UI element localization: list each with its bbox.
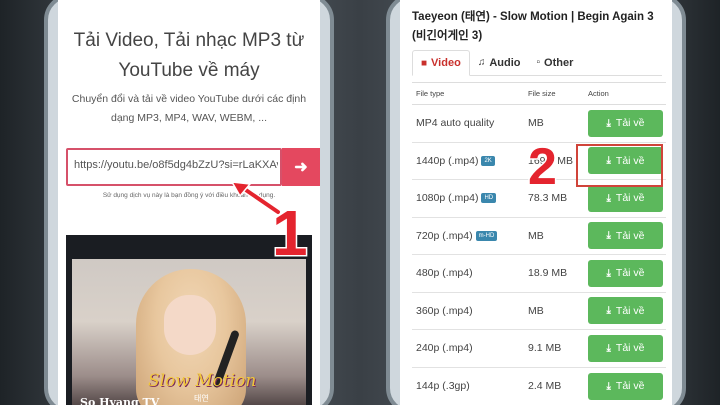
download-icon: ⤓ xyxy=(606,117,611,129)
file-type-cell: 1440p (.mp4) 2K xyxy=(412,141,524,180)
table-row: 360p (.mp4) MB ⤓ Tải về xyxy=(412,291,666,330)
download-button[interactable]: ⤓ Tải về xyxy=(588,184,663,212)
file-type-cell: 144p (.3gp) xyxy=(412,366,524,405)
format-tabs: ■ Video ♫ Audio ▫ Other xyxy=(412,50,662,76)
file-type: 240p (.mp4) xyxy=(416,342,473,355)
file-icon: ▫ xyxy=(536,57,541,68)
download-label: Tải về xyxy=(615,117,645,130)
step2-number: 2 xyxy=(527,137,559,198)
download-button[interactable]: ⤓ Tải về xyxy=(588,334,663,362)
file-type: 360p (.mp4) xyxy=(416,304,473,317)
download-button[interactable]: ⤓ Tải về xyxy=(588,222,663,250)
download-button[interactable]: ⤓ Tải về xyxy=(588,297,663,325)
header-action: Action xyxy=(584,82,666,105)
file-size: 18.9 MB xyxy=(524,254,584,292)
header-file-size: File size xyxy=(524,82,584,105)
download-icon: ⤓ xyxy=(606,267,611,279)
right-phone: Taeyeon (태연) - Slow Motion | Begin Again… xyxy=(386,0,686,405)
file-type-cell: 1080p (.mp4) HD xyxy=(412,179,524,217)
file-size: 9.1 MB xyxy=(524,329,584,367)
tab-audio[interactable]: ♫ Audio xyxy=(470,50,529,75)
table-row: 240p (.mp4) 9.1 MB ⤓ Tải về xyxy=(412,329,666,367)
file-type: 1080p (.mp4) xyxy=(416,192,479,205)
table-header-row: File type File size Action xyxy=(412,82,666,105)
singer-face xyxy=(164,295,216,355)
quality-badge: HD xyxy=(481,193,497,204)
video-thumbnail: Slow Motion 태연 So Hyang TV xyxy=(72,259,306,405)
quality-badge: 2K xyxy=(481,155,495,166)
table-row: 720p (.mp4) m-HD MB ⤓ Tải về xyxy=(412,216,666,255)
table-row: 144p (.3gp) 2.4 MB ⤓ Tải về xyxy=(412,366,666,405)
action-cell: ⤓ Tải về xyxy=(584,329,666,367)
highlight-box xyxy=(576,144,663,187)
tab-video[interactable]: ■ Video xyxy=(412,50,470,76)
file-type-cell: MP4 auto quality xyxy=(412,104,524,142)
tab-label: Audio xyxy=(489,56,521,69)
download-label: Tải về xyxy=(615,304,645,317)
file-type-cell: 720p (.mp4) m-HD xyxy=(412,216,524,255)
download-label: Tải về xyxy=(615,192,645,205)
download-table: File type File size Action MP4 auto qual… xyxy=(412,82,666,405)
right-screen: Taeyeon (태연) - Slow Motion | Begin Again… xyxy=(400,0,672,405)
download-icon: ⤓ xyxy=(606,342,611,354)
download-label: Tải về xyxy=(615,342,645,355)
arrow-right-icon: ➜ xyxy=(294,159,308,176)
file-size: 2.4 MB xyxy=(524,366,584,405)
download-label: Tải về xyxy=(615,267,645,280)
page-subtitle: Chuyển đổi và tải về video YouTube dưới … xyxy=(71,93,307,124)
table-row: 480p (.mp4) 18.9 MB ⤓ Tải về xyxy=(412,254,666,292)
file-type: MP4 auto quality xyxy=(416,117,495,130)
quality-badge: m-HD xyxy=(475,230,498,241)
download-icon: ⤓ xyxy=(606,230,611,242)
tab-label: Video xyxy=(431,57,461,69)
download-label: Tải về xyxy=(615,380,645,392)
file-type-cell: 240p (.mp4) xyxy=(412,329,524,367)
download-icon: ⤓ xyxy=(606,305,611,317)
file-type-cell: 480p (.mp4) xyxy=(412,254,524,292)
action-cell: ⤓ Tải về xyxy=(584,291,666,330)
url-input[interactable] xyxy=(74,159,278,171)
header-file-type: File type xyxy=(412,82,524,105)
file-size: MB xyxy=(524,216,584,255)
download-icon: ⤓ xyxy=(606,192,611,204)
tab-label: Other xyxy=(544,56,574,69)
tab-other[interactable]: ▫ Other xyxy=(528,50,581,75)
file-size: MB xyxy=(524,291,584,330)
action-cell: ⤓ Tải về xyxy=(584,366,666,405)
music-note-icon: ♫ xyxy=(477,57,486,68)
file-type-cell: 360p (.mp4) xyxy=(412,291,524,330)
file-type: 720p (.mp4) xyxy=(416,229,473,242)
action-cell: ⤓ Tải về xyxy=(584,216,666,255)
download-button[interactable]: ⤓ Tải về xyxy=(588,109,663,137)
channel-name: So Hyang TV xyxy=(80,396,160,405)
action-cell: ⤓ Tải về xyxy=(584,104,666,142)
submit-button[interactable]: ➜ xyxy=(282,148,320,186)
download-button[interactable]: ⤓ Tải về xyxy=(588,259,663,287)
action-cell: ⤓ Tải về xyxy=(584,254,666,292)
download-label: Tải về xyxy=(615,229,645,242)
file-type: 480p (.mp4) xyxy=(416,267,473,280)
download-button[interactable]: ⤓ Tải về xyxy=(588,372,663,400)
video-overlay-artist: 태연 xyxy=(194,394,209,403)
video-overlay-title: Slow Motion xyxy=(148,371,257,391)
video-title: Taeyeon (태연) - Slow Motion | Begin Again… xyxy=(412,11,654,42)
file-type: 144p (.3gp) xyxy=(416,380,470,392)
page-title: Tải Video, Tải nhạc MP3 từ YouTube về má… xyxy=(73,30,305,81)
step1-number: 1 xyxy=(271,196,310,271)
download-icon: ⤓ xyxy=(606,380,611,392)
video-camera-icon: ■ xyxy=(421,57,428,69)
file-type: 1440p (.mp4) xyxy=(416,154,479,167)
